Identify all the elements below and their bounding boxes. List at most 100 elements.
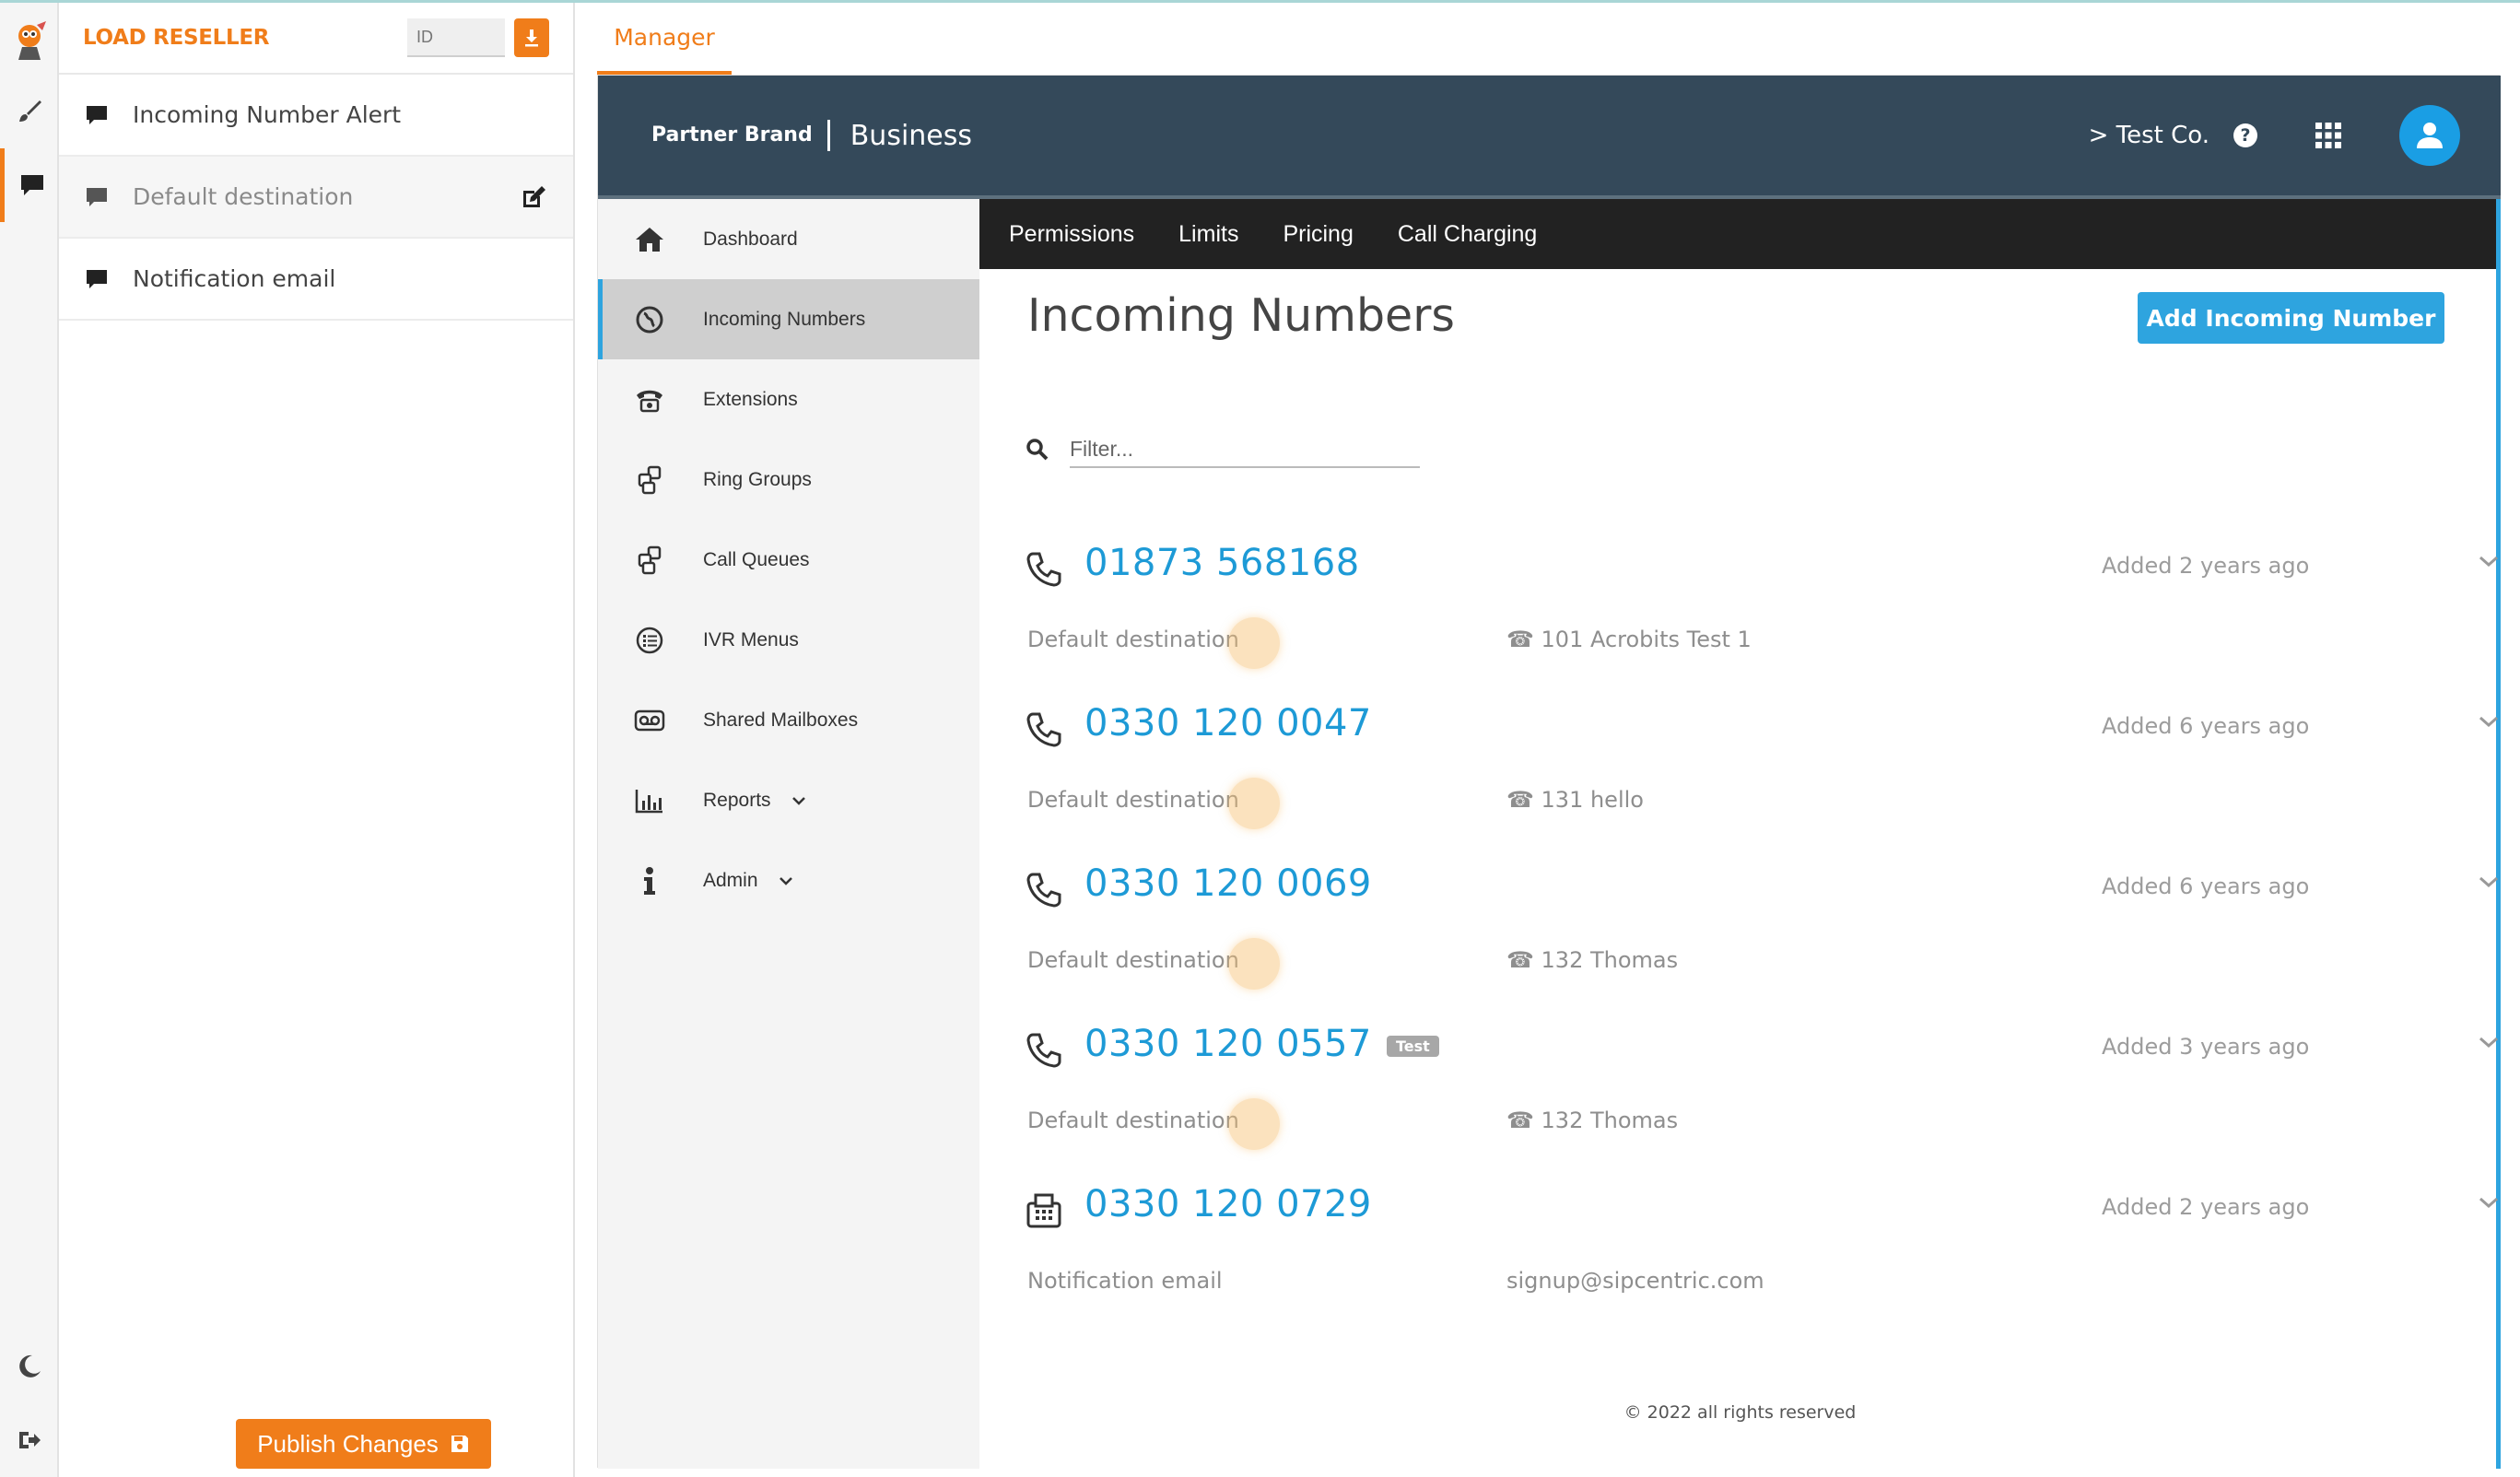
added-date: Added 3 years ago	[2102, 1034, 2310, 1060]
list-icon	[636, 627, 663, 653]
edit-icon[interactable]	[520, 183, 547, 211]
destination-value: signup@sipcentric.com	[1506, 1268, 1764, 1294]
sidebar-item-shared-mailboxes[interactable]: Shared Mailboxes	[598, 680, 979, 760]
save-icon	[451, 1436, 468, 1452]
added-date: Added 6 years ago	[2102, 873, 2310, 899]
speech-bubble-icon	[87, 105, 107, 124]
copyright-footer: © 2022 all rights reserved	[1623, 1402, 1857, 1423]
edit-hotspot[interactable]	[1228, 938, 1280, 990]
phone-number-link[interactable]: 0330 120 0729	[1084, 1183, 1372, 1225]
tab-call-charging[interactable]: Call Charging	[1398, 221, 1537, 248]
apps-grid-icon[interactable]	[2315, 122, 2342, 149]
phone-number-link[interactable]: 0330 120 0047	[1084, 702, 1372, 744]
phone-number-link[interactable]: 0330 120 0557	[1084, 1023, 1372, 1065]
destination-value: ☎ 131 hello	[1506, 787, 1644, 813]
list-item[interactable]: 0330 120 0557 Test Added 3 years ago Def…	[1026, 1023, 2498, 1183]
user-icon	[2417, 123, 2443, 148]
tab-pricing[interactable]: Pricing	[1283, 221, 1353, 248]
chevron-down-icon	[791, 796, 805, 805]
sidebar-item-ring-groups[interactable]: Ring Groups	[598, 440, 979, 520]
destination-label: Default destination	[1027, 947, 1239, 973]
product-name: Business	[850, 119, 973, 152]
list-item[interactable]: 0330 120 0069 Added 6 years ago Default …	[1026, 862, 2498, 1023]
brush-icon	[19, 100, 41, 122]
content-editor-panel: LOAD RESELLER Incoming Number Alert Defa…	[59, 3, 575, 1477]
chevron-down-icon[interactable]	[2478, 1036, 2500, 1049]
app-preview-frame: Partner Brand Business > Test Co. ? Dash…	[597, 75, 2501, 1469]
editor-item-notification-email[interactable]: Notification email	[59, 239, 573, 321]
destination-label: Notification email	[1027, 1268, 1223, 1294]
sidebar-item-label: Extensions	[703, 388, 798, 410]
sub-navigation: Permissions Limits Pricing Call Charging	[979, 199, 2496, 269]
editor-item-incoming-number-alert[interactable]: Incoming Number Alert	[59, 75, 573, 157]
sidebar-item-incoming-numbers[interactable]: Incoming Numbers	[598, 279, 979, 359]
sidebar-item-label: Shared Mailboxes	[703, 709, 859, 731]
destination-label: Default destination	[1027, 627, 1239, 652]
filter-input[interactable]	[1070, 431, 1420, 468]
sidebar-item-reports[interactable]: Reports	[598, 760, 979, 840]
chevron-down-icon[interactable]	[2478, 555, 2500, 568]
sidebar-item-label: IVR Menus	[703, 628, 799, 651]
chevron-down-icon[interactable]	[2478, 715, 2500, 728]
list-item[interactable]: 01873 568168 Added 2 years ago Default d…	[1026, 542, 2498, 702]
partner-brand: Partner Brand	[651, 120, 830, 151]
reseller-id-input[interactable]	[407, 18, 505, 57]
sidebar-item-call-queues[interactable]: Call Queues	[598, 520, 979, 600]
edit-hotspot[interactable]	[1228, 617, 1280, 669]
list-item[interactable]: 0330 120 0729 Added 2 years ago Notifica…	[1026, 1183, 2498, 1343]
sidebar-item-ivr-menus[interactable]: IVR Menus	[598, 600, 979, 680]
list-item[interactable]: 0330 120 0047 Added 6 years ago Default …	[1026, 702, 2498, 862]
destination-value: ☎ 132 Thomas	[1506, 1108, 1679, 1133]
edit-hotspot[interactable]	[1228, 1098, 1280, 1150]
editor-header: LOAD RESELLER	[59, 3, 573, 75]
theme-brush-button[interactable]	[0, 75, 59, 148]
editor-item-default-destination[interactable]: Default destination	[59, 157, 573, 239]
editor-item-label: Notification email	[133, 265, 336, 292]
publish-changes-button[interactable]: Publish Changes	[236, 1419, 491, 1469]
test-badge: Test	[1387, 1036, 1439, 1057]
sidebar-item-dashboard[interactable]: Dashboard	[598, 199, 979, 279]
search-icon	[1026, 439, 1049, 461]
destination-value: ☎ 101 Acrobits Test 1	[1506, 627, 1752, 652]
destination-label: Default destination	[1027, 787, 1239, 813]
destination-label: Default destination	[1027, 1108, 1239, 1133]
added-date: Added 2 years ago	[2102, 1194, 2310, 1220]
sidebar-item-label: Call Queues	[703, 548, 810, 570]
filter-bar	[1026, 431, 1420, 468]
edit-hotspot[interactable]	[1228, 778, 1280, 829]
tab-limits[interactable]: Limits	[1178, 221, 1238, 248]
sidebar-item-label: Admin	[703, 869, 758, 891]
chevron-down-icon[interactable]	[2478, 875, 2500, 888]
user-avatar[interactable]	[2399, 105, 2460, 166]
help-icon[interactable]: ?	[2233, 123, 2257, 147]
sidebar-item-label: Reports	[703, 789, 771, 811]
chevron-down-icon[interactable]	[2478, 1196, 2500, 1209]
sidebar-item-label: Ring Groups	[703, 468, 812, 490]
call-queues-icon	[638, 545, 662, 574]
tab-manager[interactable]: Manager	[597, 3, 732, 75]
load-reseller-title: LOAD RESELLER	[83, 26, 270, 50]
sidebar-item-admin[interactable]: Admin	[598, 840, 979, 920]
load-button[interactable]	[514, 18, 549, 57]
phone-icon	[1026, 1033, 1061, 1068]
dark-mode-button[interactable]	[0, 1330, 59, 1403]
sidebar-nav: Dashboard Incoming Numbers Extensions Ri…	[598, 199, 979, 1469]
destination-value: ☎ 132 Thomas	[1506, 947, 1679, 973]
phone-icon	[1026, 552, 1061, 587]
phone-number-link[interactable]: 01873 568168	[1084, 542, 1360, 584]
app-header: Partner Brand Business > Test Co. ?	[598, 76, 2501, 195]
phone-number-link[interactable]: 0330 120 0069	[1084, 862, 1372, 905]
content-editor-button[interactable]	[0, 148, 59, 222]
tab-permissions[interactable]: Permissions	[1009, 221, 1134, 248]
logo	[0, 5, 59, 78]
logout-button[interactable]	[0, 1403, 59, 1477]
phone-icon	[1026, 712, 1061, 747]
voicemail-icon	[634, 709, 665, 731]
sidebar-item-extensions[interactable]: Extensions	[598, 359, 979, 440]
speech-bubble-icon	[87, 187, 107, 206]
company-selector[interactable]: > Test Co.	[2089, 122, 2209, 149]
added-date: Added 2 years ago	[2102, 553, 2310, 579]
telephone-icon	[637, 390, 662, 412]
logout-icon	[19, 1432, 41, 1448]
add-incoming-number-button[interactable]: Add Incoming Number	[2138, 292, 2444, 344]
